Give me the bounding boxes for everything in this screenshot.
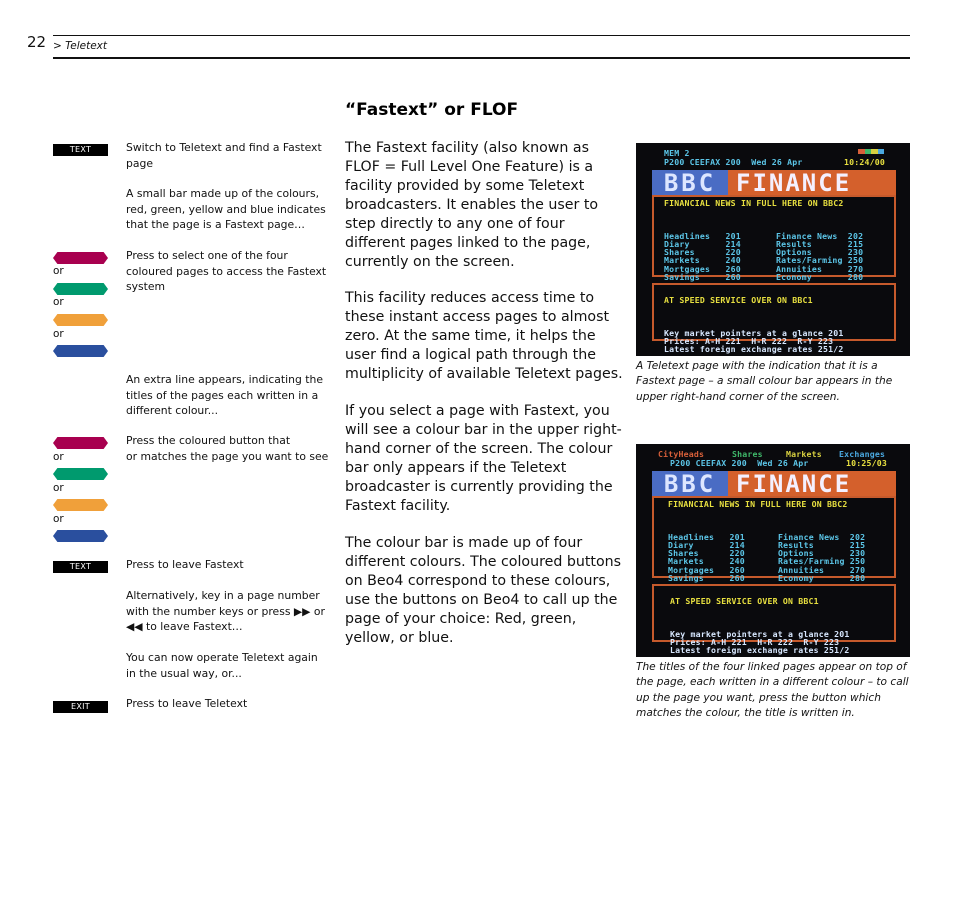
header-rule-bottom bbox=[53, 57, 910, 59]
tv-banner: BBC FINANCE bbox=[652, 471, 896, 497]
tv-info: Key market pointers at a glance 201 Price… bbox=[670, 628, 850, 656]
tv-headline: FINANCIAL NEWS IN FULL HERE ON BBC2 bbox=[668, 499, 848, 509]
or-label: or bbox=[53, 265, 64, 277]
or-label: or bbox=[53, 328, 64, 340]
tv-status-line: P200 CEEFAX 200 Wed 26 Apr bbox=[664, 157, 803, 167]
red-button-icon bbox=[53, 252, 108, 264]
page-title: “Fastext” or FLOF bbox=[345, 100, 519, 120]
step-operate-again: You can now operate Teletext again in th… bbox=[126, 651, 318, 680]
tv-info: Key market pointers at a glance 201 Price… bbox=[664, 327, 844, 355]
tv-headline: FINANCIAL NEWS IN FULL HERE ON BBC2 bbox=[664, 198, 844, 208]
screenshot-caption: A Teletext page with the indication that… bbox=[636, 360, 893, 403]
step-press-coloured: Press the coloured button that bbox=[126, 434, 291, 447]
tv-banner-finance: FINANCE bbox=[736, 169, 852, 197]
page-number: 22 bbox=[27, 33, 47, 51]
tv-promo: AT SPEED SERVICE OVER ON BBC1 bbox=[664, 295, 813, 305]
or-label: or bbox=[53, 482, 64, 494]
blue-button-icon bbox=[53, 345, 108, 357]
body-paragraph: This facility reduces access time to the… bbox=[345, 290, 623, 382]
blue-button-icon bbox=[53, 530, 108, 542]
screenshot-caption: The titles of the four linked pages appe… bbox=[636, 661, 909, 720]
step-select-page: Press to select one of the four coloured… bbox=[126, 249, 327, 294]
tv-clock: 10:25/03 bbox=[846, 458, 888, 468]
tv-status-line: P200 CEEFAX 200 Wed 26 Apr bbox=[670, 458, 809, 468]
step-colour-bar-info: A small bar made up of the colours, red,… bbox=[126, 187, 326, 232]
body-paragraph: The Fastext facility (also known as FLOF… bbox=[345, 140, 599, 270]
green-button-icon bbox=[53, 283, 108, 295]
body-paragraph: The colour bar is made up of four differ… bbox=[345, 535, 622, 646]
step-alternative: Alternatively, key in a page number with… bbox=[126, 589, 325, 634]
exit-key: EXIT bbox=[53, 701, 108, 713]
text-key: TEXT bbox=[53, 144, 108, 156]
teletext-screenshot-1: MEM 2 P200 CEEFAX 200 Wed 26 Apr 10:24/0… bbox=[636, 143, 910, 356]
tv-promo: AT SPEED SERVICE OVER ON BBC1 bbox=[670, 596, 819, 606]
tv-banner-bbc: BBC bbox=[652, 471, 728, 497]
step-leave-teletext: Press to leave Teletext bbox=[126, 697, 248, 710]
header-rule-top bbox=[53, 35, 910, 36]
fastext-colour-bar bbox=[858, 149, 884, 154]
section-label: > Teletext bbox=[53, 40, 107, 52]
or-label: or bbox=[53, 513, 64, 525]
yellow-button-icon bbox=[53, 314, 108, 326]
or-label: or bbox=[53, 296, 64, 308]
or-label: or bbox=[53, 451, 64, 463]
teletext-screenshot-2: CityHeads Shares Markets Exchanges P200 … bbox=[636, 444, 910, 657]
tv-clock: 10:24/00 bbox=[844, 157, 886, 167]
step-leave-fastext: Press to leave Fastext bbox=[126, 558, 244, 571]
green-button-icon bbox=[53, 468, 108, 480]
step-switch-teletext: Switch to Teletext and find a Fastext pa… bbox=[126, 141, 322, 170]
step-press-coloured-cont: or matches the page you want to see bbox=[126, 450, 329, 463]
tv-banner-bbc: BBC bbox=[652, 170, 728, 196]
tv-banner-finance: FINANCE bbox=[736, 470, 852, 498]
step-extra-line: An extra line appears, indicating the ti… bbox=[126, 373, 323, 418]
yellow-button-icon bbox=[53, 499, 108, 511]
body-paragraph: If you select a page with Fastext, you w… bbox=[345, 403, 622, 514]
text-key: TEXT bbox=[53, 561, 108, 573]
red-button-icon bbox=[53, 437, 108, 449]
tv-banner: BBC FINANCE bbox=[652, 170, 896, 196]
